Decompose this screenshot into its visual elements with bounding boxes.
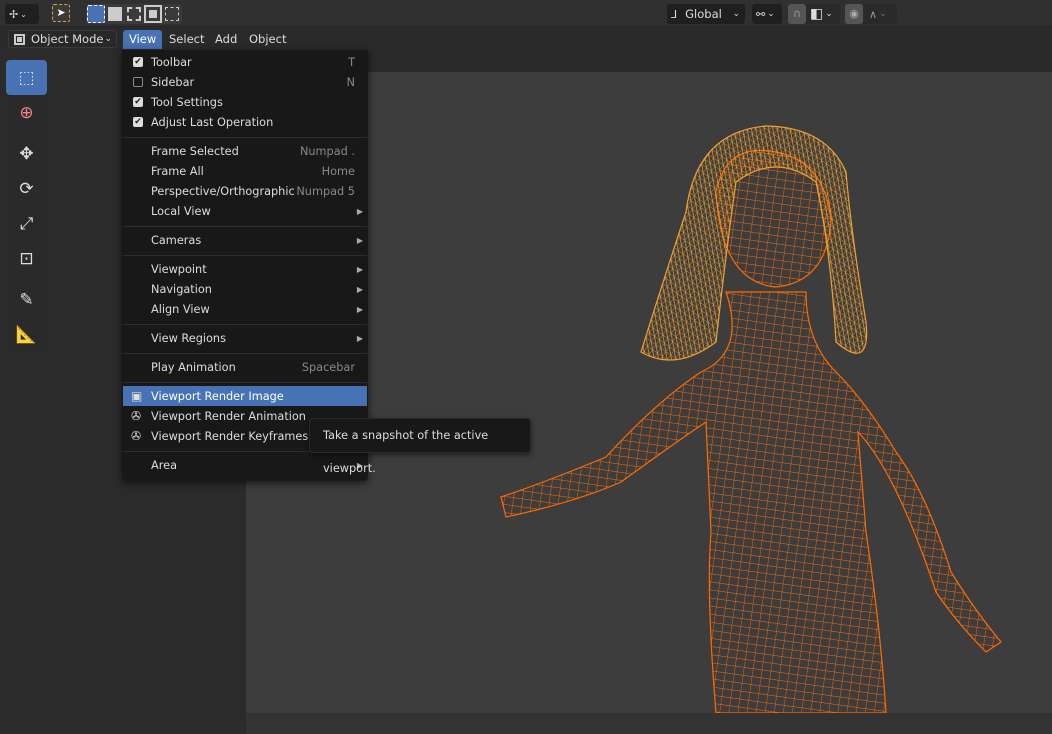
transform-tool[interactable]: ⊡ (6, 241, 47, 276)
menu-view[interactable]: View (123, 30, 163, 49)
menu-item-perspective-orthographic[interactable]: Perspective/Orthographic Numpad 5 (123, 181, 367, 201)
menu-item-frame-all[interactable]: Frame All Home (123, 161, 367, 181)
mode-dropdown[interactable]: Object Mode ⌄ (8, 30, 117, 48)
cursor-icon: ⊕ (19, 102, 34, 123)
scale-icon: ⤢ (19, 213, 34, 234)
menu-item-tool-settings[interactable]: ✔ Tool Settings (123, 92, 367, 112)
menu-item-adjust-last-operation[interactable]: ✔ Adjust Last Operation (123, 112, 367, 132)
proportional-edit-icon[interactable]: ◉ (845, 4, 863, 24)
submenu-arrow-icon: ▶ (356, 235, 363, 245)
snap-group: ∩ ◧ ⌄ (788, 4, 840, 24)
render-animation-icon: ✇ (131, 429, 142, 443)
menu-item-viewpoint[interactable]: Viewpoint ▶ (123, 259, 367, 279)
rotate-icon: ⟳ (19, 178, 34, 199)
submenu-arrow-icon: ▶ (356, 284, 363, 294)
transform-icon: ⊡ (19, 248, 34, 269)
menu-item-align-view[interactable]: Align View ▶ (123, 299, 367, 319)
falloff-curve-icon[interactable]: ∧ (869, 8, 877, 21)
menu-item-local-view[interactable]: Local View ▶ (123, 201, 367, 221)
select-extend-icon[interactable] (108, 7, 122, 21)
menu-item-play-animation[interactable]: Play Animation Spacebar (123, 357, 367, 377)
menu-object[interactable]: Object (243, 30, 292, 49)
menu-separator (123, 353, 367, 354)
object-mode-icon (14, 34, 25, 45)
measure-tool[interactable]: 📐 (6, 317, 47, 352)
body-wireframe (500, 149, 1002, 714)
menu-separator (123, 255, 367, 256)
snap-cube-icon[interactable]: ◧ (810, 6, 823, 22)
viewport-footer (246, 713, 1052, 734)
checkbox-unchecked-icon[interactable] (133, 77, 143, 87)
select-box-icon: ⬚ (18, 67, 35, 88)
proportional-edit-group: ◉ ∧ ⌄ (845, 4, 897, 24)
pivot-point-dropdown[interactable]: ⚯ ⌄ (752, 4, 782, 24)
select-invert-icon[interactable] (144, 5, 162, 23)
checkbox-checked-icon[interactable]: ✔ (133, 97, 143, 107)
measure-icon: 📐 (15, 324, 38, 345)
view-menu: ✔ Toolbar T Sidebar N ✔ Tool Settings ✔ Adjus… (122, 50, 368, 481)
checkbox-checked-icon[interactable]: ✔ (133, 57, 143, 67)
toolbar: ⬚ ⊕ ✥ ⟳ ⤢ ⊡ ✎ 📐 (6, 60, 47, 352)
menu-item-toolbar[interactable]: ✔ Toolbar T (123, 52, 367, 72)
rotate-tool[interactable]: ⟳ (6, 171, 47, 206)
submenu-arrow-icon: ▶ (356, 304, 363, 314)
snap-magnet-icon[interactable]: ∩ (788, 4, 806, 24)
menu-item-frame-selected[interactable]: Frame Selected Numpad . (123, 141, 367, 161)
transform-orientation-dropdown[interactable]: ⅃ Global ⌄ (667, 4, 745, 24)
menu-item-sidebar[interactable]: Sidebar N (123, 72, 367, 92)
menu-separator (123, 324, 367, 325)
move-tool[interactable]: ✥ (6, 136, 47, 171)
menu-separator (123, 137, 367, 138)
menu-item-navigation[interactable]: Navigation ▶ (123, 279, 367, 299)
render-animation-icon: ✇ (131, 409, 142, 423)
menu-item-viewport-render-image[interactable]: ▣ Viewport Render Image (123, 386, 367, 406)
submenu-arrow-icon: ▶ (356, 206, 363, 216)
select-box-tool[interactable]: ⬚ (6, 60, 47, 95)
annotate-tool[interactable]: ✎ (6, 282, 47, 317)
submenu-arrow-icon: ▶ (356, 264, 363, 274)
annotate-icon: ✎ (19, 289, 34, 310)
orientation-axes-icon: ⅃ (671, 7, 678, 21)
tooltip: Take a snapshot of the active viewport. (309, 418, 531, 475)
select-tool-icon[interactable]: ➤ (52, 4, 70, 22)
menu-separator (123, 382, 367, 383)
select-intersect-icon[interactable] (165, 7, 179, 21)
select-new-icon[interactable] (87, 5, 105, 23)
menu-separator (123, 226, 367, 227)
scale-tool[interactable]: ⤢ (6, 206, 47, 241)
cursor-tool[interactable]: ⊕ (6, 95, 47, 130)
chevron-down-icon: ⌄ (104, 34, 112, 44)
select-subtract-icon[interactable] (127, 7, 141, 21)
menu-item-cameras[interactable]: Cameras ▶ (123, 230, 367, 250)
menu-add[interactable]: Add (209, 30, 243, 49)
move-icon: ✥ (19, 143, 34, 164)
menu-select[interactable]: Select (163, 30, 210, 49)
selection-mode-group (86, 4, 182, 24)
render-image-icon: ▣ (131, 389, 143, 403)
checkbox-checked-icon[interactable]: ✔ (133, 117, 143, 127)
submenu-arrow-icon: ▶ (356, 333, 363, 343)
menu-item-view-regions[interactable]: View Regions ▶ (123, 328, 367, 348)
transform-pivot-button[interactable]: ✢ ⌄ (5, 4, 39, 24)
